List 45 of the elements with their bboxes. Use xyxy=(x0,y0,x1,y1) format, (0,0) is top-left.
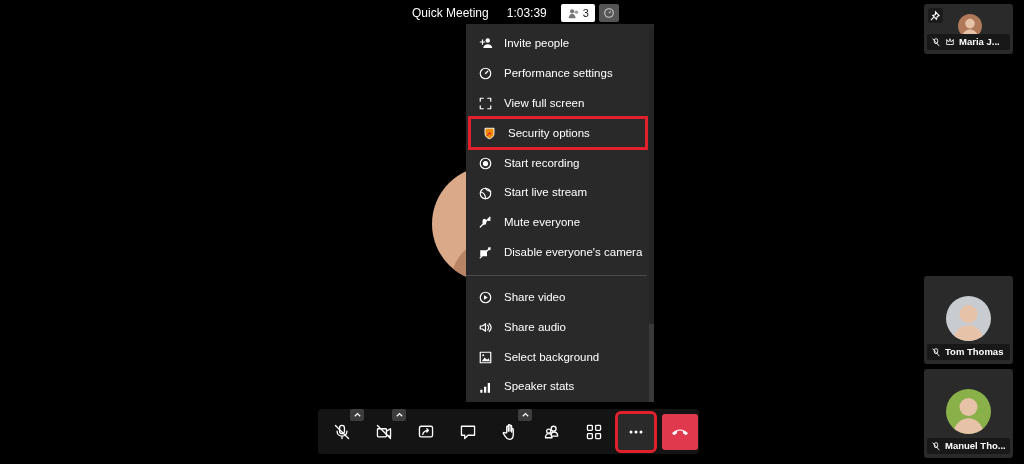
menu-item[interactable]: Start live stream xyxy=(466,178,649,208)
caret-icon xyxy=(394,410,404,419)
caret-button[interactable] xyxy=(350,408,364,421)
participant-tile[interactable]: Tom Thomas xyxy=(924,276,1013,364)
play-icon xyxy=(478,290,493,306)
people-icon xyxy=(566,7,579,19)
participant-name: Manuel Tho... xyxy=(945,438,1006,453)
caret-icon xyxy=(352,410,362,419)
menu-item[interactable]: Share audio xyxy=(466,312,649,343)
pin-button[interactable] xyxy=(928,8,943,23)
menu-item[interactable]: View full screen xyxy=(466,88,649,119)
participant-name: Maria J... xyxy=(959,34,1000,49)
menu-item[interactable]: Speaker stats xyxy=(466,372,649,402)
menu-item[interactable]: Share video xyxy=(466,282,649,313)
meeting-timer: 1:03:39 xyxy=(506,5,547,22)
more-icon xyxy=(629,429,643,434)
caret-button[interactable] xyxy=(392,408,406,421)
menu-item[interactable]: Performance settings xyxy=(466,58,649,89)
participant-name: Tom Thomas xyxy=(945,344,1004,359)
hang-up-button[interactable] xyxy=(662,413,698,450)
menu-item[interactable]: Disable everyone's camera xyxy=(466,237,649,268)
record-icon xyxy=(478,155,493,171)
caret-button[interactable] xyxy=(518,408,532,421)
menu-item[interactable]: Security options xyxy=(470,118,646,149)
caret-icon xyxy=(520,410,530,419)
microphone-off-icon xyxy=(333,422,351,441)
connection-badge[interactable] xyxy=(598,4,619,22)
hang-up-icon xyxy=(672,427,688,436)
pin-icon xyxy=(930,10,941,21)
fullscreen-icon xyxy=(478,96,493,112)
participant-count-badge[interactable]: 3 xyxy=(560,4,595,22)
menu-item[interactable]: Start recording xyxy=(466,148,649,179)
participant-tile[interactable]: Manuel Tho... xyxy=(924,369,1013,458)
menu-item[interactable]: Invite people xyxy=(466,29,649,59)
grid-icon xyxy=(585,422,603,441)
participant-tile[interactable]: Maria J... xyxy=(924,4,1013,54)
shield-icon xyxy=(482,125,497,141)
gauge-icon xyxy=(478,66,493,82)
scrollbar[interactable] xyxy=(649,29,654,402)
image-icon xyxy=(478,349,493,365)
meeting-title: Quick Meeting xyxy=(412,5,489,22)
menu-item[interactable]: Mute everyone xyxy=(466,207,649,238)
globe-icon xyxy=(478,185,493,201)
menu-item[interactable]: Select background xyxy=(466,342,649,373)
gauge-icon xyxy=(602,7,615,19)
